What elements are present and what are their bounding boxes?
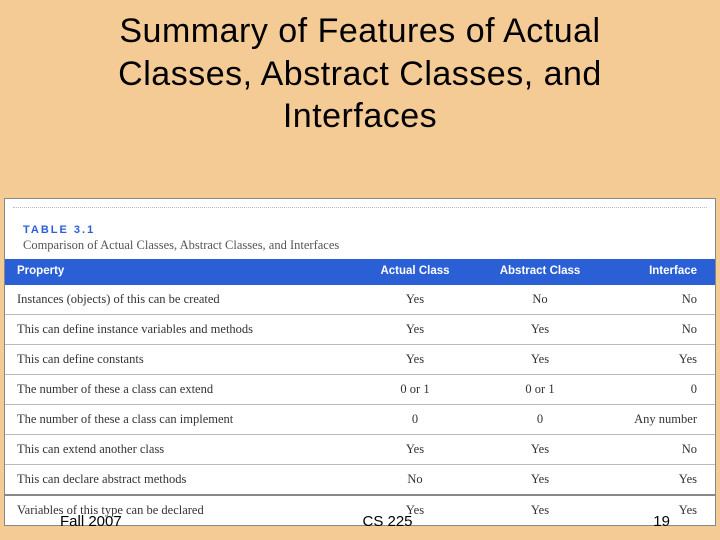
cell-property: This can define constants bbox=[5, 345, 355, 375]
slide-title: Summary of Features of Actual Classes, A… bbox=[0, 0, 720, 138]
footer-right: 19 bbox=[653, 513, 670, 530]
table-row: This can define constants Yes Yes Yes bbox=[5, 345, 715, 375]
cell-property: The number of these a class can implemen… bbox=[5, 405, 355, 435]
cell-interface: Any number bbox=[605, 405, 715, 435]
cell-property: This can extend another class bbox=[5, 435, 355, 465]
cell-actual: Yes bbox=[355, 435, 475, 465]
cell-property: This can declare abstract methods bbox=[5, 465, 355, 496]
cell-actual: Yes bbox=[355, 284, 475, 315]
footer-center: CS 225 bbox=[362, 513, 412, 530]
cell-interface: Yes bbox=[605, 345, 715, 375]
cell-actual: 0 or 1 bbox=[355, 375, 475, 405]
col-property: Property bbox=[5, 259, 355, 284]
cell-interface: No bbox=[605, 284, 715, 315]
cell-property: Instances (objects) of this can be creat… bbox=[5, 284, 355, 315]
comparison-table: Property Actual Class Abstract Class Int… bbox=[5, 259, 715, 525]
col-interface: Interface bbox=[605, 259, 715, 284]
table-header-row: Property Actual Class Abstract Class Int… bbox=[5, 259, 715, 284]
cell-abstract: Yes bbox=[475, 465, 605, 496]
cell-abstract: Yes bbox=[475, 315, 605, 345]
table-row: This can define instance variables and m… bbox=[5, 315, 715, 345]
cell-interface: No bbox=[605, 435, 715, 465]
cell-interface: Yes bbox=[605, 465, 715, 496]
cell-property: This can define instance variables and m… bbox=[5, 315, 355, 345]
slide-footer: Fall 2007 CS 225 19 bbox=[0, 513, 720, 530]
table-caption: Comparison of Actual Classes, Abstract C… bbox=[5, 238, 715, 259]
table-row: Instances (objects) of this can be creat… bbox=[5, 284, 715, 315]
cell-abstract: 0 or 1 bbox=[475, 375, 605, 405]
cell-abstract: 0 bbox=[475, 405, 605, 435]
cell-property: The number of these a class can extend bbox=[5, 375, 355, 405]
cell-actual: 0 bbox=[355, 405, 475, 435]
cell-interface: 0 bbox=[605, 375, 715, 405]
footer-left: Fall 2007 bbox=[60, 513, 122, 530]
table-row: The number of these a class can implemen… bbox=[5, 405, 715, 435]
col-abstract-class: Abstract Class bbox=[475, 259, 605, 284]
cell-actual: Yes bbox=[355, 345, 475, 375]
table-row: The number of these a class can extend 0… bbox=[5, 375, 715, 405]
cell-interface: No bbox=[605, 315, 715, 345]
col-actual-class: Actual Class bbox=[355, 259, 475, 284]
table-container: TABLE 3.1 Comparison of Actual Classes, … bbox=[4, 198, 716, 526]
cell-actual: Yes bbox=[355, 315, 475, 345]
cell-actual: No bbox=[355, 465, 475, 496]
table-label: TABLE 3.1 bbox=[13, 207, 707, 238]
cell-abstract: No bbox=[475, 284, 605, 315]
table-row: This can extend another class Yes Yes No bbox=[5, 435, 715, 465]
cell-abstract: Yes bbox=[475, 345, 605, 375]
cell-abstract: Yes bbox=[475, 435, 605, 465]
table-row: This can declare abstract methods No Yes… bbox=[5, 465, 715, 496]
